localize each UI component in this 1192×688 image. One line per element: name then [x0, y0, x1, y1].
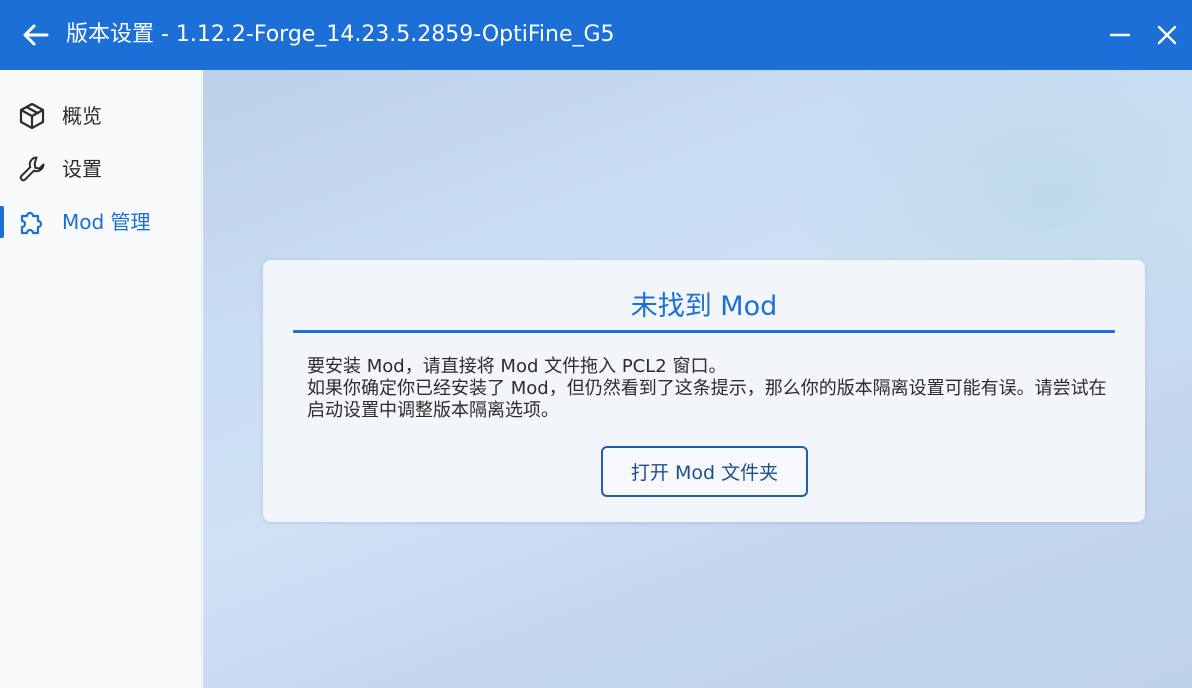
title-divider	[293, 330, 1115, 333]
title-bar: 版本设置 - 1.12.2-Forge_14.23.5.2859-OptiFin…	[0, 0, 1192, 70]
puzzle-icon	[20, 211, 43, 235]
card-message: 要安装 Mod，请直接将 Mod 文件拖入 PCL2 窗口。 如果你确定你已经安…	[307, 356, 1107, 422]
open-mod-folder-button[interactable]: 打开 Mod 文件夹	[601, 446, 808, 497]
sidebar-item-label: 概览	[62, 104, 102, 128]
empty-state-card: 未找到 Mod 要安装 Mod，请直接将 Mod 文件拖入 PCL2 窗口。 如…	[263, 260, 1145, 522]
sidebar-item-overview[interactable]: 概览	[0, 94, 202, 138]
cube-icon	[19, 102, 45, 130]
window-title: 版本设置 - 1.12.2-Forge_14.23.5.2859-OptiFin…	[66, 22, 615, 47]
close-button[interactable]	[1151, 20, 1183, 50]
main-content: 未找到 Mod 要安装 Mod，请直接将 Mod 文件拖入 PCL2 窗口。 如…	[203, 70, 1192, 688]
card-title: 未找到 Mod	[630, 291, 778, 322]
wrench-icon	[19, 156, 45, 182]
close-icon	[1157, 25, 1177, 45]
sidebar-item-settings[interactable]: 设置	[0, 147, 202, 191]
sidebar-item-mods[interactable]: Mod 管理	[0, 200, 202, 244]
message-line: 如果你确定你已经安装了 Mod，但仍然看到了这条提示，那么你的版本隔离设置可能有…	[307, 378, 1107, 421]
minimize-icon	[1109, 33, 1131, 37]
sidebar-item-label: Mod 管理	[62, 210, 151, 234]
sidebar: 概览 设置 Mod 管理	[0, 70, 202, 688]
minimize-button[interactable]	[1104, 20, 1136, 50]
back-button[interactable]	[18, 19, 52, 51]
sidebar-item-label: 设置	[62, 157, 102, 181]
arrow-left-icon	[23, 24, 49, 46]
message-line: 要安装 Mod，请直接将 Mod 文件拖入 PCL2 窗口。	[307, 356, 727, 377]
